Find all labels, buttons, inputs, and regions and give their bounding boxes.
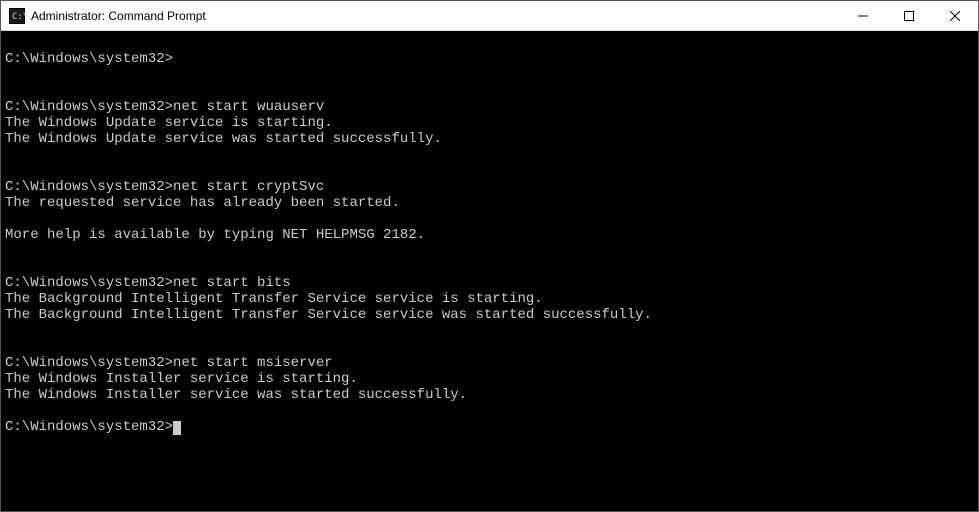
terminal-command-line: C:\Windows\system32>net start bits xyxy=(5,275,974,291)
terminal-blank-line xyxy=(5,147,974,163)
terminal-blank-line xyxy=(5,243,974,259)
terminal-output-line: More help is available by typing NET HEL… xyxy=(5,227,974,243)
terminal-command-line: C:\Windows\system32> xyxy=(5,51,974,67)
terminal-blank-line xyxy=(5,403,974,419)
cursor-icon xyxy=(173,421,181,435)
terminal-blank-line xyxy=(5,211,974,227)
terminal-output-line: The requested service has already been s… xyxy=(5,195,974,211)
terminal-active-prompt[interactable]: C:\Windows\system32> xyxy=(5,419,974,435)
terminal-blank-line xyxy=(5,323,974,339)
terminal-blank-line xyxy=(5,339,974,355)
svg-text:C:\: C:\ xyxy=(12,12,25,22)
command-prompt-window: C:\ Administrator: Command Prompt C:\Win… xyxy=(0,0,979,512)
terminal-output-line: The Windows Update service is starting. xyxy=(5,115,974,131)
minimize-button[interactable] xyxy=(840,1,886,30)
terminal-output-line: The Windows Installer service was starte… xyxy=(5,387,974,403)
window-controls xyxy=(840,1,978,30)
titlebar[interactable]: C:\ Administrator: Command Prompt xyxy=(1,1,978,31)
window-title: Administrator: Command Prompt xyxy=(31,9,840,23)
close-button[interactable] xyxy=(932,1,978,30)
terminal-blank-line xyxy=(5,259,974,275)
terminal-output-line: The Background Intelligent Transfer Serv… xyxy=(5,307,974,323)
terminal-blank-line xyxy=(5,35,974,51)
terminal-command-line: C:\Windows\system32>net start cryptSvc xyxy=(5,179,974,195)
maximize-button[interactable] xyxy=(886,1,932,30)
terminal-blank-line xyxy=(5,83,974,99)
terminal-output-line: The Windows Installer service is startin… xyxy=(5,371,974,387)
terminal-command-line: C:\Windows\system32>net start wuauserv xyxy=(5,99,974,115)
terminal-output-line: The Windows Update service was started s… xyxy=(5,131,974,147)
terminal-blank-line xyxy=(5,163,974,179)
terminal-output-line: The Background Intelligent Transfer Serv… xyxy=(5,291,974,307)
cmd-icon: C:\ xyxy=(9,8,25,24)
terminal-area[interactable]: C:\Windows\system32> C:\Windows\system32>… xyxy=(1,31,978,511)
prompt-text: C:\Windows\system32> xyxy=(5,419,173,435)
terminal-blank-line xyxy=(5,67,974,83)
terminal-command-line: C:\Windows\system32>net start msiserver xyxy=(5,355,974,371)
